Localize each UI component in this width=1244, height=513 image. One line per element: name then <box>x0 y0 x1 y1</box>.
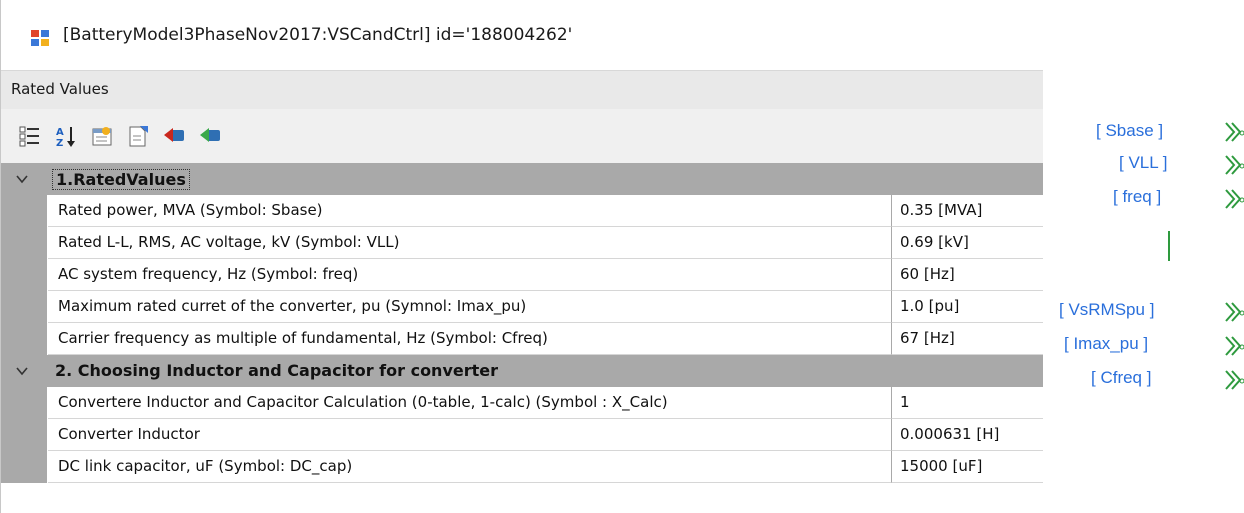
property-name: Carrier frequency as multiple of fundame… <box>58 329 548 347</box>
category-label: 2. Choosing Inductor and Capacitor for c… <box>55 361 499 380</box>
property-row[interactable]: Rated power, MVA (Symbol: Sbase) 0.35 [M… <box>1 195 1044 227</box>
chevron-down-icon[interactable] <box>15 364 29 378</box>
property-name: DC link capacitor, uF (Symbol: DC_cap) <box>58 457 353 475</box>
property-name: AC system frequency, Hz (Symbol: freq) <box>58 265 359 283</box>
window-title: [BatteryModel3PhaseNov2017:VSCandCtrl] i… <box>63 25 573 45</box>
signal-tag-sbase[interactable]: [ Sbase ] <box>1096 121 1163 141</box>
property-value[interactable]: 15000 [uF] <box>900 457 982 475</box>
export-icon[interactable] <box>126 124 150 148</box>
category-label: 1.RatedValues <box>52 169 190 190</box>
property-pages-icon[interactable] <box>90 124 114 148</box>
category-inductor-capacitor[interactable]: 2. Choosing Inductor and Capacitor for c… <box>1 355 1044 387</box>
category-rated-values[interactable]: 1.RatedValues <box>1 163 1044 195</box>
property-row[interactable]: DC link capacitor, uF (Symbol: DC_cap) 1… <box>1 451 1044 483</box>
property-value[interactable]: 0.35 [MVA] <box>900 201 982 219</box>
property-row[interactable]: Convertere Inductor and Capacitor Calcul… <box>1 387 1044 419</box>
property-value[interactable]: 60 [Hz] <box>900 265 955 283</box>
section-header: Rated Values <box>1 70 1044 110</box>
property-name: Maximum rated curret of the converter, p… <box>58 297 527 315</box>
title-bar: [BatteryModel3PhaseNov2017:VSCandCtrl] i… <box>1 14 1044 60</box>
property-row[interactable]: Carrier frequency as multiple of fundame… <box>1 323 1044 355</box>
property-value[interactable]: 0.000631 [H] <box>900 425 999 443</box>
wire-segment <box>1168 231 1170 261</box>
signal-tag-freq[interactable]: [ freq ] <box>1113 187 1161 207</box>
connector-icon <box>1225 122 1244 142</box>
toolbar: A Z <box>1 109 1044 163</box>
signal-tag-imax-pu[interactable]: [ Imax_pu ] <box>1064 334 1148 354</box>
chevron-down-icon[interactable] <box>15 172 29 186</box>
properties-window: [BatteryModel3PhaseNov2017:VSCandCtrl] i… <box>0 0 1044 513</box>
connector-icon <box>1225 189 1244 209</box>
app-icon <box>31 30 49 46</box>
import-icon[interactable] <box>162 124 186 148</box>
connector-icon <box>1225 155 1244 175</box>
connector-icon <box>1225 302 1244 322</box>
section-label: Rated Values <box>11 80 109 98</box>
property-value[interactable]: 1 <box>900 393 910 411</box>
property-name: Rated power, MVA (Symbol: Sbase) <box>58 201 323 219</box>
signal-tag-cfreq[interactable]: [ Cfreq ] <box>1091 368 1151 388</box>
property-row[interactable]: AC system frequency, Hz (Symbol: freq) 6… <box>1 259 1044 291</box>
property-name: Rated L-L, RMS, AC voltage, kV (Symbol: … <box>58 233 400 251</box>
categorized-icon[interactable] <box>18 124 42 148</box>
property-value[interactable]: 67 [Hz] <box>900 329 955 347</box>
signal-tag-vll[interactable]: [ VLL ] <box>1119 153 1168 173</box>
property-name: Convertere Inductor and Capacitor Calcul… <box>58 393 668 411</box>
property-value[interactable]: 1.0 [pu] <box>900 297 959 315</box>
svg-text:Z: Z <box>56 138 63 148</box>
property-row[interactable]: Rated L-L, RMS, AC voltage, kV (Symbol: … <box>1 227 1044 259</box>
signal-tag-vsrmspu[interactable]: [ VsRMSpu ] <box>1059 300 1154 320</box>
alphabetical-sort-icon[interactable]: A Z <box>54 124 78 148</box>
property-grid: 1.RatedValues Rated power, MVA (Symbol: … <box>1 163 1044 483</box>
svg-text:A: A <box>56 127 64 138</box>
apply-icon[interactable] <box>198 124 222 148</box>
schematic-canvas: [ Sbase ] [ VLL ] [ freq ] [ VsRMSpu ] [… <box>1043 0 1244 513</box>
property-name: Converter Inductor <box>58 425 200 443</box>
property-row[interactable]: Maximum rated curret of the converter, p… <box>1 291 1044 323</box>
connector-icon <box>1225 370 1244 390</box>
property-value[interactable]: 0.69 [kV] <box>900 233 969 251</box>
property-row[interactable]: Converter Inductor 0.000631 [H] <box>1 419 1044 451</box>
connector-icon <box>1225 336 1244 356</box>
